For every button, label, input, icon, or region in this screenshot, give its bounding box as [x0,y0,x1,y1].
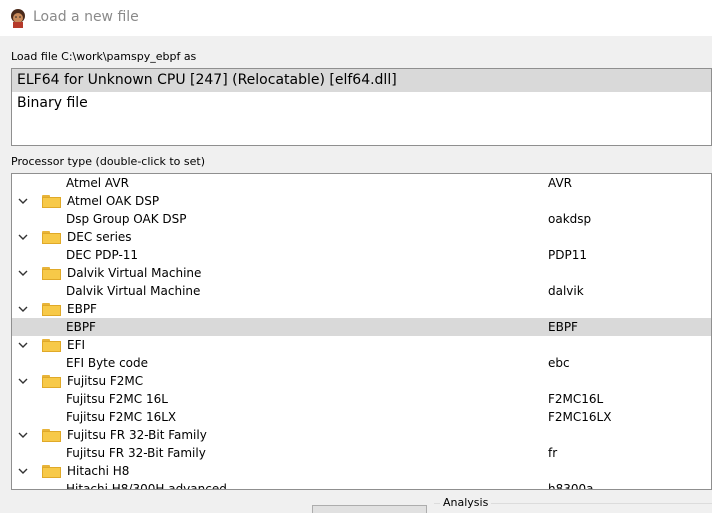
chevron-down-icon[interactable] [17,268,29,278]
processor-code: PDP11 [548,248,587,262]
processor-row[interactable]: Dsp Group OAK DSP oakdsp [12,210,711,228]
processor-code: oakdsp [548,212,592,226]
processor-row[interactable]: Fujitsu FR 32-Bit Family fr [12,444,711,462]
processor-group-name: DEC series [67,230,132,244]
app-logo-icon [11,9,25,28]
folder-icon [42,429,61,442]
processor-group-name: EBPF [67,302,97,316]
format-option[interactable]: ELF64 for Unknown CPU [247] (Relocatable… [12,69,711,92]
processor-row[interactable]: Fujitsu F2MC 16L F2MC16L [12,390,711,408]
load-file-label: Load file C:\work\pamspy_ebpf as [11,50,197,63]
folder-icon [42,375,61,388]
processor-row[interactable]: DEC PDP-11 PDP11 [12,246,711,264]
chevron-down-icon[interactable] [17,196,29,206]
folder-icon [42,267,61,280]
folder-icon [42,303,61,316]
processor-code: ebc [548,356,570,370]
processor-type-label: Processor type (double-click to set) [11,155,206,168]
processor-name: Fujitsu FR 32-Bit Family [66,446,206,460]
processor-group-row[interactable]: Dalvik Virtual Machine [12,264,711,282]
processor-code: F2MC16LX [548,410,612,424]
processor-name: Fujitsu F2MC 16LX [66,410,177,424]
processor-row[interactable]: Hitachi H8/300H advanced h8300a [12,480,711,490]
chevron-down-icon[interactable] [17,376,29,386]
processor-name: Atmel AVR [66,176,129,190]
format-option[interactable]: Binary file [12,92,711,115]
chevron-down-icon[interactable] [17,232,29,242]
processor-row[interactable]: Atmel AVR AVR [12,174,711,192]
processor-group-name: Atmel OAK DSP [67,194,160,208]
processor-row[interactable]: Dalvik Virtual Machine dalvik [12,282,711,300]
processor-group-name: Hitachi H8 [67,464,130,478]
processor-name: DEC PDP-11 [66,248,139,262]
processor-group-name: Fujitsu FR 32-Bit Family [67,428,207,442]
processor-group-row[interactable]: DEC series [12,228,711,246]
processor-code: EBPF [548,320,578,334]
title-bar: Load a new file [0,0,712,36]
window-title: Load a new file [33,9,139,25]
processor-name: Dalvik Virtual Machine [66,284,201,298]
folder-icon [42,339,61,352]
processor-group-name: Dalvik Virtual Machine [67,266,202,280]
processor-name: Hitachi H8/300H advanced [66,482,227,490]
chevron-down-icon[interactable] [17,430,29,440]
processor-group-row[interactable]: EFI [12,336,711,354]
processor-code: F2MC16L [548,392,604,406]
processor-list[interactable]: Atmel AVR AVR Atmel OAK DSP Dsp Group OAK D… [11,173,712,490]
processor-row[interactable]: Fujitsu F2MC 16LX F2MC16LX [12,408,711,426]
processor-group-row[interactable]: Fujitsu FR 32-Bit Family [12,426,711,444]
processor-name: Fujitsu F2MC 16L [66,392,168,406]
folder-icon [42,465,61,478]
format-list[interactable]: ELF64 for Unknown CPU [247] (Relocatable… [11,68,712,146]
chevron-down-icon[interactable] [17,340,29,350]
processor-group-name: EFI [67,338,86,352]
analysis-group-label: Analysis [440,496,492,509]
processor-code: dalvik [548,284,584,298]
processor-row[interactable]: EFI Byte code ebc [12,354,711,372]
folder-icon [42,231,61,244]
chevron-down-icon[interactable] [17,466,29,476]
processor-group-row[interactable]: Hitachi H8 [12,462,711,480]
processor-group-row[interactable]: Atmel OAK DSP [12,192,711,210]
folder-icon [42,195,61,208]
processor-code: AVR [548,176,572,190]
processor-group-row[interactable]: EBPF [12,300,711,318]
processor-name: Dsp Group OAK DSP [66,212,187,226]
chevron-down-icon[interactable] [17,304,29,314]
processor-code: h8300a [548,482,594,490]
processor-name: EBPF [66,320,96,334]
processor-group-row[interactable]: Fujitsu F2MC [12,372,711,390]
processor-row[interactable]: EBPF EBPF [12,318,711,336]
processor-name: EFI Byte code [66,356,149,370]
processor-code: fr [548,446,558,460]
processor-group-name: Fujitsu F2MC [67,374,144,388]
